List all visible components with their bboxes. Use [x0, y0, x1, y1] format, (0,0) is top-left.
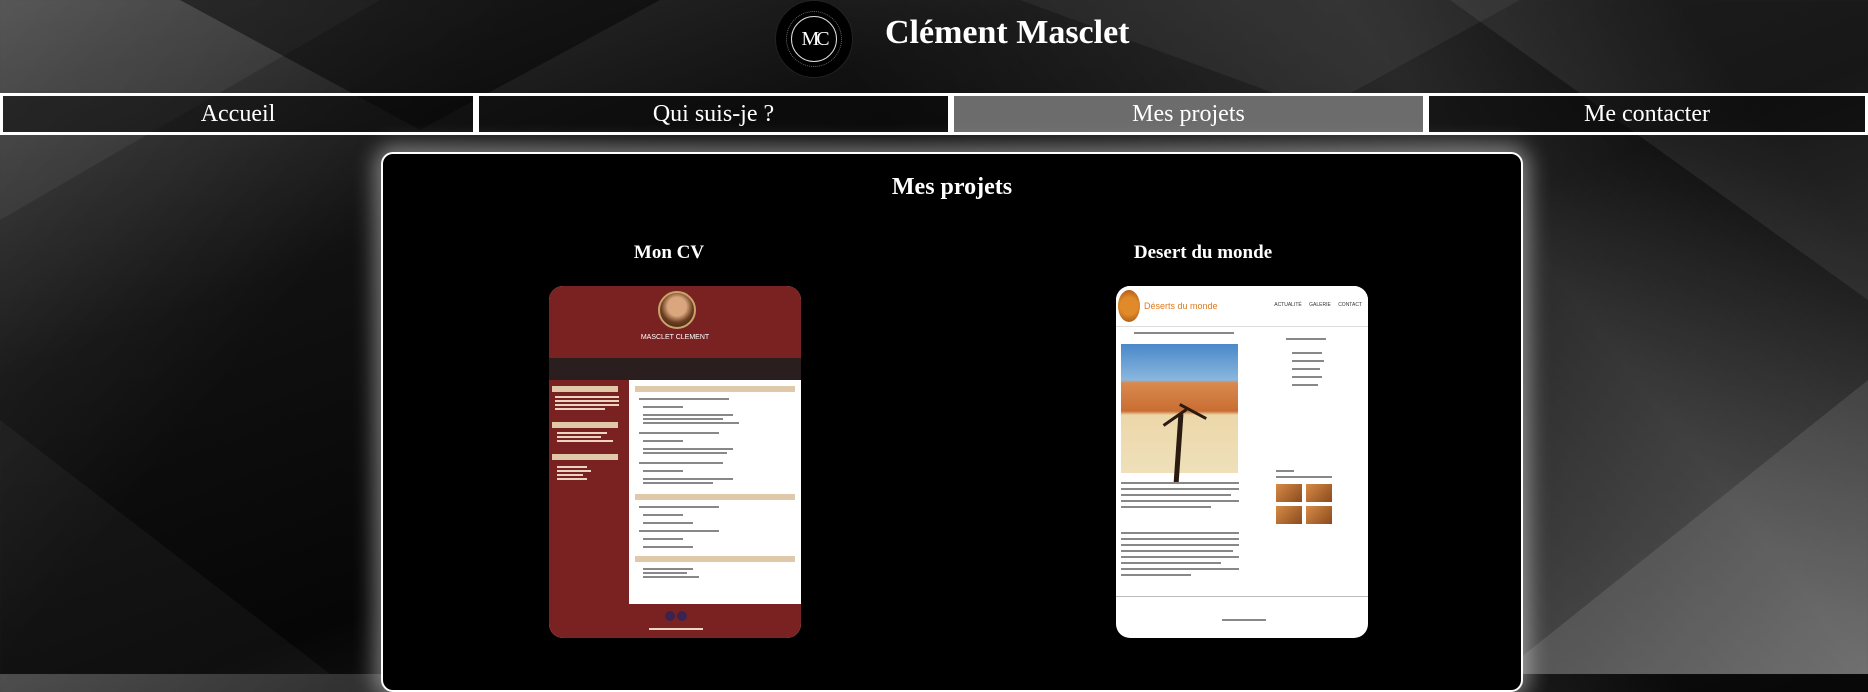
projects-panel: Mes projets Mon CV Desert du monde MASCL… — [381, 152, 1523, 692]
cv-section-bar — [635, 386, 795, 392]
gallery-thumb — [1276, 506, 1302, 524]
desert-heading-line — [1134, 332, 1234, 334]
desert-footer-text — [1222, 619, 1266, 621]
desert-sidebar-heading — [1286, 338, 1326, 340]
nav-item-accueil[interactable]: Accueil — [0, 93, 476, 135]
project-title-cv: Mon CV — [633, 242, 705, 263]
gallery-thumb — [1306, 484, 1332, 502]
site-title: Clément Masclet — [885, 14, 1130, 51]
desert-gallery-heading — [1276, 470, 1294, 472]
cv-profile-photo — [658, 291, 696, 329]
cv-footer — [549, 604, 801, 638]
nav-item-me-contacter[interactable]: Me contacter — [1426, 93, 1868, 135]
site-logo[interactable]: MC — [775, 0, 853, 78]
cv-project-thumbnail[interactable]: MASCLET CLEMENT — [549, 286, 801, 638]
desert-project-thumbnail[interactable]: Déserts du monde ACTUALITÉ GALERIE CONTA… — [1116, 286, 1368, 638]
cv-section-bar — [635, 556, 795, 562]
project-title-desert: Desert du monde — [1133, 242, 1273, 263]
nav-item-qui-suis-je[interactable]: Qui suis-je ? — [476, 93, 951, 135]
gallery-thumb — [1306, 506, 1332, 524]
gallery-thumb — [1276, 484, 1302, 502]
cv-main-column — [629, 380, 801, 611]
logo-ring: MC — [786, 11, 842, 67]
cv-section-bar — [552, 422, 618, 428]
desert-nav-links: ACTUALITÉ GALERIE CONTACT — [1274, 302, 1362, 308]
page-title: Mes projets — [891, 174, 1013, 200]
site-header: MC Clément Masclet — [0, 0, 1868, 92]
cv-section-bar — [635, 494, 795, 500]
desert-navbar: Déserts du monde ACTUALITÉ GALERIE CONTA… — [1116, 286, 1368, 327]
nav-item-mes-projets[interactable]: Mes projets — [951, 93, 1426, 135]
desert-tree-image — [1121, 344, 1238, 485]
logo-monogram: MC — [801, 28, 829, 50]
cv-section-bar — [552, 454, 618, 460]
main-nav: Accueil Qui suis-je ? Mes projets Me con… — [0, 93, 1868, 135]
social-icon — [677, 611, 687, 621]
cv-sidebar — [549, 380, 629, 611]
cv-section-bar — [552, 386, 618, 392]
social-icon — [665, 611, 675, 621]
desert-brand: Déserts du monde — [1144, 301, 1218, 311]
background-facet — [1500, 380, 1868, 674]
background-facet — [0, 420, 330, 674]
cv-contact-band — [549, 358, 801, 380]
desert-footer-rule — [1116, 596, 1368, 597]
cv-name: MASCLET CLEMENT — [640, 334, 710, 341]
desert-logo — [1118, 290, 1140, 322]
